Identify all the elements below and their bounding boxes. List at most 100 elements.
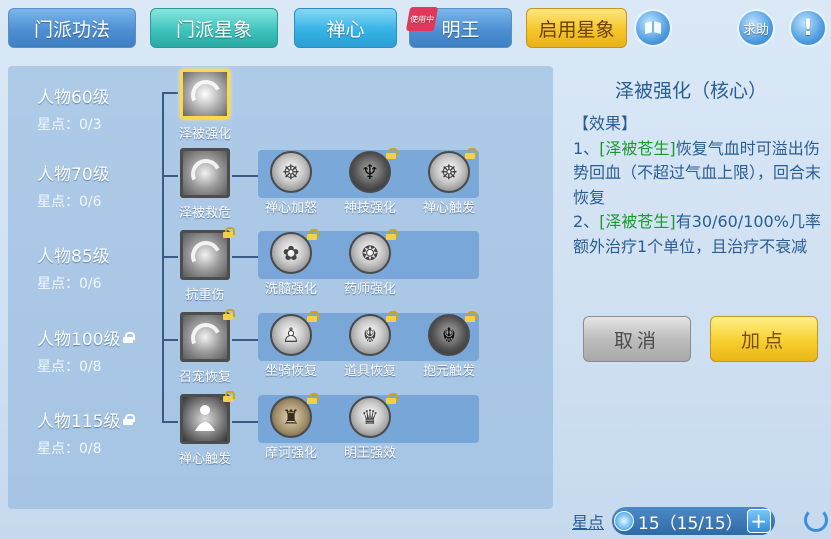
warrior-monk-icon: ♜ <box>270 396 312 438</box>
lock-icon <box>386 393 398 404</box>
skill-daoju-huifu[interactable]: ☬ 道具恢复 <box>340 311 400 379</box>
skill-label: 召宠恢复 <box>178 370 231 385</box>
tab-mingwang[interactable]: 使用中 明王 <box>405 7 512 48</box>
level-label: 人物60级 <box>37 88 110 108</box>
lock-icon <box>223 227 235 238</box>
lock-icon <box>223 391 235 402</box>
alert-icon: ! <box>802 15 814 41</box>
skill-label: 泽被救危 <box>178 206 231 221</box>
lotus-mandala-icon: ✿ <box>270 232 312 274</box>
skill-label: 禅心触发 <box>422 201 475 216</box>
in-use-badge: 使用中 <box>405 7 439 31</box>
meditating-figure-icon: ☬ <box>428 314 470 356</box>
skill-label: 坐骑恢复 <box>264 364 317 379</box>
help-button[interactable]: 求助 <box>737 9 775 47</box>
skill-zuoqi-huifu[interactable]: ♙ 坐骑恢复 <box>261 311 321 379</box>
level-row: 人物60级 星点：0/3 <box>37 83 110 134</box>
skill-chanxin-chufa-core[interactable]: 禅心触发 <box>175 391 235 467</box>
star-gem-icon <box>614 511 635 531</box>
button-label: 加点 <box>740 329 787 352</box>
tab-sect-skills[interactable]: 门派功法 <box>8 8 136 48</box>
level-row: 人物85级 星点：0/6 <box>37 242 110 293</box>
skill-label: 摩诃强化 <box>264 446 317 461</box>
tree-connector <box>232 421 258 423</box>
effect-line-2: 2、[泽被苍生]有30/60/100%几率额外治疗1个单位，且治疗不衰减 <box>573 212 821 256</box>
skill-label: 明王强效 <box>343 446 396 461</box>
star-points-label[interactable]: 星点 <box>572 509 604 533</box>
lock-icon <box>386 311 398 322</box>
cancel-button[interactable]: 取消 <box>583 316 691 362</box>
book-icon[interactable] <box>634 9 672 47</box>
skill-label: 禅心触发 <box>178 452 231 467</box>
skill-mohe-qianghua[interactable]: ♜ 摩诃强化 <box>261 393 321 461</box>
skill-label: 泽被强化 <box>178 127 231 142</box>
skill-chanxin-chufa[interactable]: ☸ 禅心触发 <box>419 148 479 216</box>
level-points: 星点：0/8 <box>37 359 102 375</box>
alert-button[interactable]: ! <box>789 9 827 47</box>
skill-label: 药师强化 <box>343 282 396 297</box>
effect-line-1: 1、[泽被苍生]恢复气血时可溢出伤势回血（不超过气血上限），回合末恢复 <box>573 138 822 207</box>
skill-description: 【效果】 1、[泽被苍生]恢复气血时可溢出伤势回血（不超过气血上限），回合末恢复… <box>573 112 823 259</box>
effect-header: 【效果】 <box>573 114 638 133</box>
lock-icon <box>307 393 319 404</box>
demon-mask-icon: ♆ <box>349 151 391 193</box>
tab-chanxin[interactable]: 禅心 <box>294 8 397 48</box>
tree-connector <box>232 339 258 341</box>
skill-label: 道具恢复 <box>343 364 396 379</box>
skill-label: 禅心加怒 <box>264 201 317 216</box>
lock-icon <box>307 311 319 322</box>
refresh-icon[interactable] <box>804 508 828 532</box>
skill-zhaochong-huifu[interactable]: 召宠恢复 <box>175 309 235 385</box>
skill-detail-title: 泽被强化（核心） <box>614 80 767 102</box>
help-label: 求助 <box>742 22 769 38</box>
skill-xisui-qianghua[interactable]: ✿ 洗髓强化 <box>261 229 321 297</box>
skill-mingwang-qiangxiao[interactable]: ♛ 明王强效 <box>340 393 400 461</box>
lock-icon <box>386 229 398 240</box>
tab-label: 门派星象 <box>175 18 252 41</box>
skill-label: 神技强化 <box>343 201 396 216</box>
skill-baoyuan-chufa[interactable]: ☬ 抱元触发 <box>419 311 479 379</box>
add-point-button[interactable]: 加点 <box>710 316 818 362</box>
button-label: 启用星象 <box>538 18 615 41</box>
monk-figure-icon: ☸ <box>270 151 312 193</box>
figure-icon: ♙ <box>270 314 312 356</box>
skill-kang-zhongshang[interactable]: 抗重伤 <box>175 227 235 303</box>
level-points: 星点：0/6 <box>37 276 102 292</box>
meditating-figure-icon: ☬ <box>349 314 391 356</box>
skill-label: 抗重伤 <box>185 288 225 303</box>
skill-label: 洗髓强化 <box>264 282 317 297</box>
lock-icon <box>465 311 477 322</box>
healing-swirl-icon <box>180 69 230 119</box>
level-label: 人物115级 <box>37 407 136 432</box>
star-points-display: 15（15/15） + <box>612 507 775 535</box>
level-points: 星点：0/3 <box>37 117 102 133</box>
lock-icon <box>123 332 136 343</box>
lock-icon <box>386 148 398 159</box>
level-row: 人物115级 星点：0/8 <box>37 407 136 458</box>
level-label: 人物100级 <box>37 325 136 350</box>
star-points-bar: 星点 15（15/15） + <box>572 506 775 536</box>
wheel-icon: ❂ <box>349 232 391 274</box>
level-label: 人物85级 <box>37 247 110 267</box>
level-row: 人物100级 星点：0/8 <box>37 325 136 376</box>
level-points: 星点：0/8 <box>37 441 102 457</box>
guardian-statue-icon: ♛ <box>349 396 391 438</box>
monk-figure-icon: ☸ <box>428 151 470 193</box>
tab-sect-stars[interactable]: 门派星象 <box>150 8 278 48</box>
add-star-points-button[interactable]: + <box>746 509 771 533</box>
lock-icon <box>223 309 235 320</box>
tab-label: 明王 <box>441 18 480 41</box>
star-points-value: 15（15/15） <box>638 513 743 534</box>
skill-label: 抱元触发 <box>422 364 475 379</box>
enable-stars-button[interactable]: 启用星象 <box>526 8 627 48</box>
level-label: 人物70级 <box>37 165 110 185</box>
skill-zebei-jiuwei[interactable]: 泽被救危 <box>175 148 235 221</box>
lock-icon <box>307 229 319 240</box>
level-points: 星点：0/6 <box>37 194 102 210</box>
skill-chanxin-jianu[interactable]: ☸ 禅心加怒 <box>261 151 321 216</box>
skill-zebei-qianghua[interactable]: 泽被强化 <box>175 69 235 142</box>
skill-yaoshi-qianghua[interactable]: ❂ 药师强化 <box>340 229 400 297</box>
tree-connector <box>232 256 258 258</box>
tab-label: 禅心 <box>326 18 365 41</box>
skill-shenji-qianghua[interactable]: ♆ 神技强化 <box>340 148 400 216</box>
